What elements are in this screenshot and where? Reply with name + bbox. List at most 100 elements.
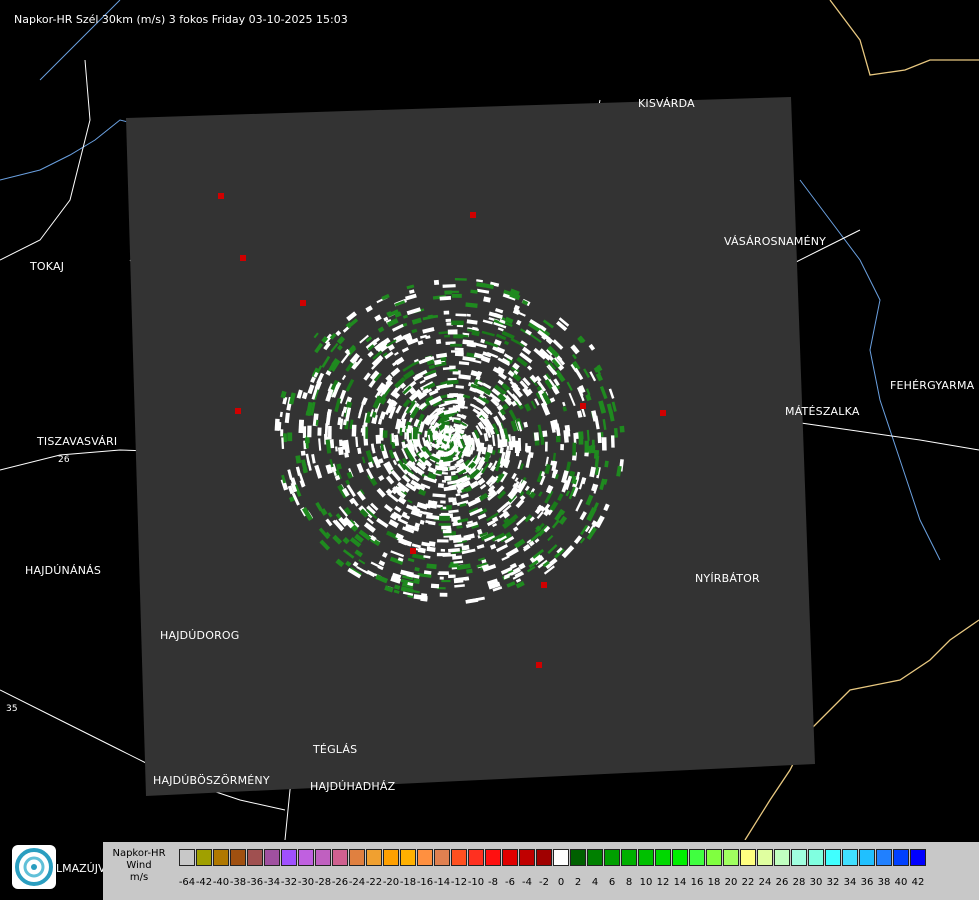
radar-echo <box>446 505 452 510</box>
radar-echo <box>441 580 451 583</box>
radar-echo <box>454 347 464 351</box>
radar-echo <box>300 450 306 456</box>
radar-map-view: Napkor-HR Szél 30km (m/s) 3 fokos Friday… <box>0 0 979 900</box>
radar-echo <box>442 529 452 534</box>
radar-echo-red <box>660 410 666 416</box>
legend-swatch <box>230 849 246 866</box>
radar-echo <box>509 441 514 451</box>
legend-tick-label: 14 <box>673 877 687 888</box>
legend-tick-label: -22 <box>365 877 383 888</box>
legend-tick-label: 26 <box>775 877 789 888</box>
legend-swatch <box>876 849 892 866</box>
legend-swatch <box>196 849 212 866</box>
radar-echo <box>351 424 357 437</box>
legend-tick-label: 6 <box>608 877 616 888</box>
legend-tick-label: -38 <box>229 877 247 888</box>
legend-tick-label: 24 <box>758 877 772 888</box>
legend-tick-label: -12 <box>450 877 468 888</box>
legend-tick-label: -42 <box>195 877 213 888</box>
map-canvas <box>0 0 979 840</box>
radar-echo-red <box>218 193 224 199</box>
legend-title-quantity: Wind <box>126 860 152 871</box>
radar-echo <box>274 418 280 431</box>
legend-tick-label: 30 <box>809 877 823 888</box>
road <box>0 59 91 261</box>
legend-tick-label: -36 <box>246 877 264 888</box>
radar-echo-red <box>240 255 246 261</box>
radar-echo <box>555 435 561 443</box>
legend-swatch <box>502 849 518 866</box>
legend-swatch <box>553 849 569 866</box>
radar-echo <box>451 320 464 326</box>
radar-echo <box>426 563 437 570</box>
radar-echo <box>526 445 532 453</box>
legend-tick-label: -28 <box>314 877 332 888</box>
radar-echo-red <box>470 212 476 218</box>
legend-tick-label: 34 <box>843 877 857 888</box>
radar-echo <box>447 377 457 381</box>
radar-echo <box>544 441 548 452</box>
legend-swatch <box>536 849 552 866</box>
legend-swatch <box>434 849 450 866</box>
radar-echo <box>382 430 388 438</box>
legend-tick-label: 0 <box>557 877 565 888</box>
radar-echo <box>447 329 458 335</box>
radar-echo <box>619 425 625 433</box>
radar-echo <box>439 576 444 580</box>
radar-echo <box>560 444 565 451</box>
legend-swatch <box>213 849 229 866</box>
legend-tick-label: 36 <box>860 877 874 888</box>
radar-echo <box>441 525 451 530</box>
legend-tick-label: 4 <box>591 877 599 888</box>
legend-swatch <box>349 849 365 866</box>
legend-swatch <box>893 849 909 866</box>
radar-echo <box>432 500 438 506</box>
legend-swatch <box>672 849 688 866</box>
legend-swatch <box>910 849 926 866</box>
legend-swatch <box>400 849 416 866</box>
legend-swatch <box>604 849 620 866</box>
legend-tick-label: -8 <box>488 877 498 888</box>
radar-echo <box>439 462 451 467</box>
radar-echo <box>448 574 456 579</box>
legend-tick-label: -24 <box>348 877 366 888</box>
radar-echo <box>449 563 459 568</box>
legend-swatch <box>417 849 433 866</box>
radar-echo <box>542 430 548 438</box>
legend-swatch <box>689 849 705 866</box>
legend-title: Napkor-HR Wind m/s <box>109 848 169 884</box>
road-number-35: 35 <box>6 704 18 714</box>
legend-swatch <box>468 849 484 866</box>
legend-tick-label: 42 <box>911 877 925 888</box>
radar-echo <box>443 310 450 315</box>
legend-swatch <box>315 849 331 866</box>
radar-echo <box>572 442 577 456</box>
legend-swatch <box>859 849 875 866</box>
radar-echo <box>302 426 307 438</box>
city-hajdudorog: HAJDÚDOROG <box>160 629 240 642</box>
legend-tick-label: -30 <box>297 877 315 888</box>
legend-ticks: -64 -42 -40 -38 -36 -34 -32 -30 -28 -26 -24 -22 -20-… <box>179 877 979 889</box>
legend-tick-label: -18 <box>399 877 417 888</box>
legend-swatch <box>247 849 263 866</box>
radar-echo <box>430 583 440 589</box>
radar-echo <box>444 334 450 338</box>
radar-echo <box>433 314 439 319</box>
legend-tick-label: 38 <box>877 877 891 888</box>
radar-echo-red <box>536 662 542 668</box>
legend-swatch <box>179 849 195 866</box>
legend-tick-label: 40 <box>894 877 908 888</box>
legend-tick-label: 10 <box>639 877 653 888</box>
radar-echo <box>440 500 446 504</box>
radar-echo-red <box>410 548 416 554</box>
legend-swatch <box>655 849 671 866</box>
radar-echo <box>577 431 584 439</box>
city-mateszalka: MÁTÉSZALKA <box>785 405 860 418</box>
legend-swatch <box>774 849 790 866</box>
legend-tick-label: -2 <box>539 877 549 888</box>
radar-echo <box>454 278 467 281</box>
logo-icon <box>12 845 56 889</box>
legend-swatch <box>366 849 382 866</box>
city-vasarosnameny: VÁSÁROSNAMÉNY <box>724 235 827 248</box>
legend-tick-label: -4 <box>522 877 532 888</box>
